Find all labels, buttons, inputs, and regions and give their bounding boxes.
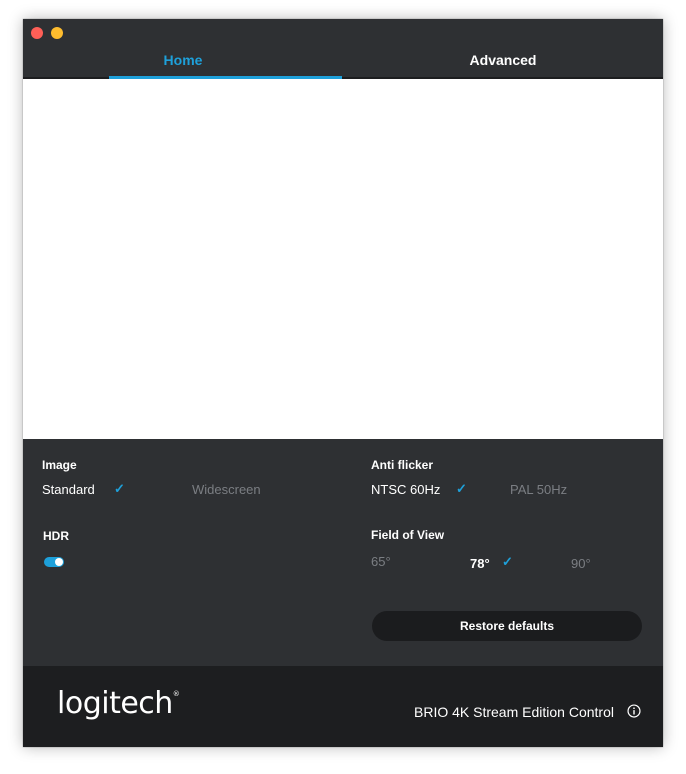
logo-wordmark: logitech [57, 686, 173, 721]
hdr-toggle[interactable] [44, 557, 64, 567]
checkmark-icon: ✓ [114, 481, 125, 496]
anti-flicker-label: Anti flicker [371, 458, 434, 472]
fov-option-90[interactable]: 90° [571, 556, 591, 571]
image-option-widescreen[interactable]: Widescreen [192, 482, 261, 497]
info-icon[interactable] [627, 704, 641, 718]
checkmark-icon: ✓ [502, 554, 513, 569]
footer: logitech® BRIO 4K Stream Edition Control [23, 666, 663, 747]
fov-option-65[interactable]: 65° [371, 554, 391, 569]
anti-flicker-option-ntsc[interactable]: NTSC 60Hz [371, 482, 440, 497]
restore-defaults-button[interactable]: Restore defaults [372, 611, 642, 641]
checkmark-icon: ✓ [456, 481, 467, 496]
hdr-label: HDR [43, 529, 69, 543]
image-option-standard[interactable]: Standard [42, 482, 95, 497]
tab-home[interactable]: Home [23, 49, 343, 75]
minimize-window-button[interactable] [51, 27, 63, 39]
title-bar: Home Advanced [23, 19, 663, 79]
tab-advanced[interactable]: Advanced [343, 49, 663, 75]
logitech-logo: logitech® [57, 686, 180, 721]
fov-option-78[interactable]: 78° [470, 556, 490, 571]
field-of-view-label: Field of View [371, 528, 445, 542]
image-label: Image [42, 458, 77, 472]
product-name: BRIO 4K Stream Edition Control [414, 704, 614, 720]
anti-flicker-option-pal[interactable]: PAL 50Hz [510, 482, 567, 497]
close-window-button[interactable] [31, 27, 43, 39]
toggle-knob [55, 558, 63, 566]
camera-preview [23, 79, 663, 439]
app-window: Home Advanced Image Standard ✓ Widescree… [23, 19, 663, 747]
controls-panel: Image Standard ✓ Widescreen HDR Anti fli… [23, 439, 663, 666]
